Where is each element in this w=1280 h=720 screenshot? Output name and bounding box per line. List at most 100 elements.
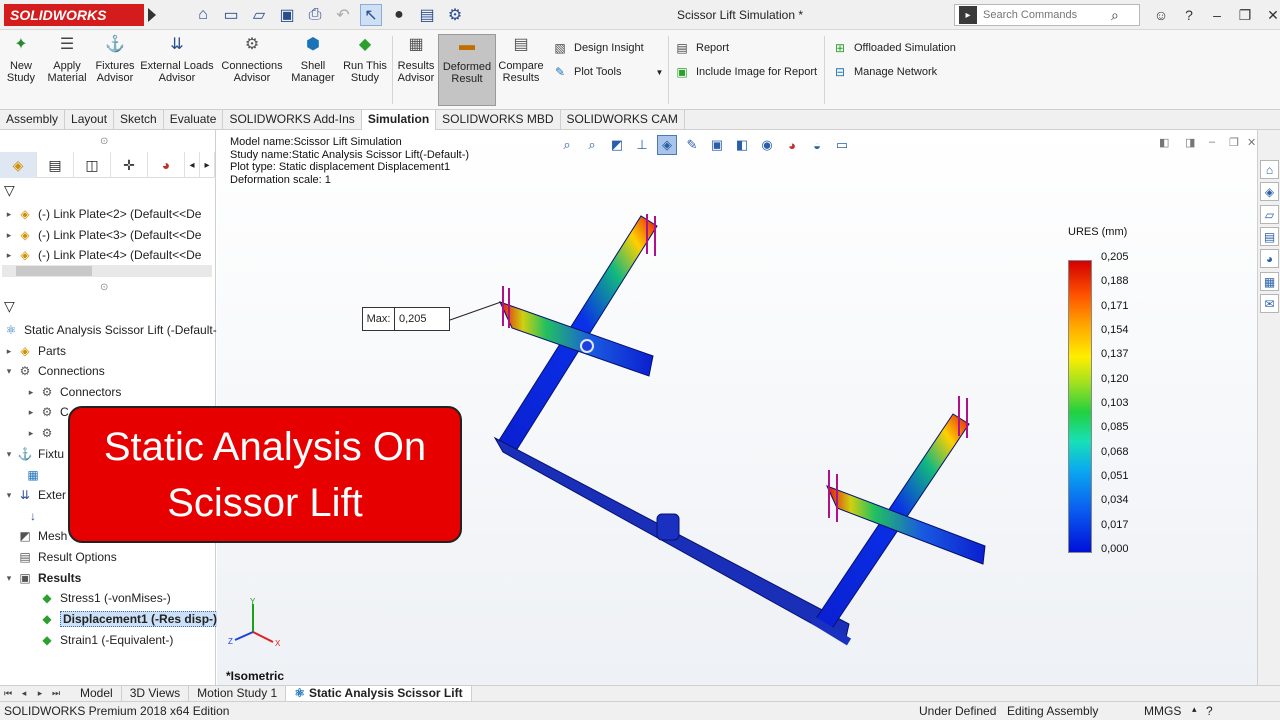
- tree-item-result-options[interactable]: ▤ Result Options: [2, 547, 116, 567]
- view-palette-icon[interactable]: ▤: [1260, 227, 1279, 246]
- tree-item-external-loads[interactable]: ▾ ⇊ Exter: [2, 485, 66, 505]
- help-icon[interactable]: ?: [1178, 4, 1200, 26]
- last-tab-icon[interactable]: ⏭: [48, 687, 64, 701]
- expand-icon[interactable]: ▸: [2, 209, 16, 220]
- undo-icon[interactable]: ↶: [332, 4, 354, 26]
- menu-expand-arrow-icon[interactable]: [148, 8, 156, 22]
- expand-icon[interactable]: ▸: [2, 250, 16, 261]
- search-icon[interactable]: ⌕: [1111, 7, 1119, 24]
- units-selector[interactable]: MMGS: [1144, 704, 1181, 718]
- tree-item-link-plate-3[interactable]: ▸ ◈ (-) Link Plate<3> (Default<<De: [2, 225, 202, 245]
- apply-material-button[interactable]: ☰ Apply Material: [44, 34, 90, 106]
- legend-color-bar[interactable]: [1068, 260, 1092, 553]
- status-extra-icon[interactable]: ?: [1206, 704, 1213, 718]
- collapse-icon[interactable]: ▾: [2, 366, 16, 377]
- tree-item-link-plate-2[interactable]: ▸ ◈ (-) Link Plate<2> (Default<<De: [2, 204, 202, 224]
- collapse-icon[interactable]: ▾: [2, 490, 16, 501]
- tree-item-strain1[interactable]: ◆ Strain1 (-Equivalent-): [24, 630, 173, 650]
- feature-manager-tab-icon[interactable]: ◈: [0, 152, 37, 178]
- include-image-button[interactable]: ▣ Include Image for Report: [674, 62, 817, 82]
- splitter-handle-icon[interactable]: ⊙: [100, 282, 108, 293]
- fixtures-advisor-button[interactable]: ⚓ Fixtures Advisor: [94, 34, 136, 106]
- shell-manager-button[interactable]: ⬢ Shell Manager: [290, 34, 336, 106]
- home-icon[interactable]: ⌂: [192, 4, 214, 26]
- max-annotation[interactable]: Max: 0,205: [362, 307, 450, 331]
- new-document-icon[interactable]: ▭: [220, 4, 242, 26]
- tree-item-link-plate-4[interactable]: ▸ ◈ (-) Link Plate<4> (Default<<De: [2, 245, 202, 265]
- panel-handle-icon[interactable]: ⊙: [100, 136, 108, 147]
- traffic-light-icon[interactable]: ●: [388, 4, 410, 26]
- tree-item-mesh[interactable]: ◩ Mesh: [2, 526, 67, 546]
- forum-icon[interactable]: ✉: [1260, 294, 1279, 313]
- prev-tab-icon[interactable]: ◂: [16, 687, 32, 701]
- open-folder-icon[interactable]: ▱: [248, 4, 270, 26]
- deformed-result-button[interactable]: ▬ Deformed Result: [438, 34, 496, 106]
- solidworks-logo[interactable]: SOLIDWORKS: [4, 4, 144, 26]
- next-tab-icon[interactable]: ▸: [32, 687, 48, 701]
- collapse-icon[interactable]: ▾: [2, 449, 16, 460]
- filter-icon[interactable]: ▽: [4, 182, 15, 199]
- tab-evaluate[interactable]: Evaluate: [164, 110, 224, 130]
- collapse-icon[interactable]: ▾: [2, 573, 16, 584]
- tab-layout[interactable]: Layout: [65, 110, 115, 130]
- tree-item-contact[interactable]: ▸ ⚙ C: [24, 402, 69, 422]
- file-properties-icon[interactable]: ▤: [416, 4, 438, 26]
- search-commands-box[interactable]: ▸ ⌕: [954, 4, 1140, 26]
- horizontal-scrollbar[interactable]: [2, 265, 212, 277]
- tree-item-fixtures[interactable]: ▾ ⚓ Fixtu: [2, 444, 64, 464]
- tab-simulation[interactable]: Simulation: [361, 110, 437, 130]
- appearances-icon[interactable]: ◕: [1260, 249, 1279, 268]
- expand-icon[interactable]: ▸: [24, 428, 38, 439]
- options-gear-icon[interactable]: ⚙: [444, 4, 466, 26]
- tree-item-parts[interactable]: ▸ ◈ Parts: [2, 341, 66, 361]
- tree-item-stress1[interactable]: ◆ Stress1 (-vonMises-): [24, 588, 170, 608]
- user-icon[interactable]: ☺: [1150, 4, 1172, 26]
- tree-item-connections[interactable]: ▾ ⚙ Connections: [2, 361, 105, 381]
- tree-item-results[interactable]: ▾ ▣ Results: [2, 568, 82, 588]
- configuration-manager-tab-icon[interactable]: ◫: [74, 152, 111, 178]
- tab-motion-study[interactable]: Motion Study 1: [189, 685, 287, 702]
- design-insight-button[interactable]: ▧ Design Insight: [552, 38, 643, 58]
- tab-sketch[interactable]: Sketch: [114, 110, 164, 130]
- study-root[interactable]: ⚛ Static Analysis Scissor Lift (-Default…: [2, 320, 221, 340]
- manage-network-button[interactable]: ⊟ Manage Network: [832, 62, 937, 82]
- external-loads-advisor-button[interactable]: ⇊ External Loads Advisor: [140, 34, 214, 106]
- tab-3d-views[interactable]: 3D Views: [122, 685, 190, 702]
- dimxpert-tab-icon[interactable]: ✛: [111, 152, 148, 178]
- tree-item-displacement1[interactable]: ◆ Displacement1 (-Res disp-): [24, 609, 221, 629]
- file-explorer-icon[interactable]: ▱: [1260, 205, 1279, 224]
- restore-icon[interactable]: ❐: [1234, 4, 1256, 26]
- offloaded-simulation-button[interactable]: ⊞ Offloaded Simulation: [832, 38, 956, 58]
- design-library-icon[interactable]: ◈: [1260, 182, 1279, 201]
- expand-icon[interactable]: ▸: [2, 230, 16, 241]
- minimize-icon[interactable]: –: [1206, 4, 1228, 26]
- expand-icon[interactable]: ▸: [2, 346, 16, 357]
- report-button[interactable]: ▤ Report: [674, 38, 729, 58]
- close-icon[interactable]: ✕: [1262, 4, 1280, 26]
- tree-item-fixed[interactable]: ▦: [24, 465, 46, 485]
- connections-advisor-button[interactable]: ⚙ Connections Advisor: [220, 34, 284, 106]
- display-manager-tab-icon[interactable]: ◕: [148, 152, 185, 178]
- tree-item-force[interactable]: ↓: [24, 506, 46, 526]
- select-pointer-icon[interactable]: ↖: [360, 4, 382, 26]
- first-tab-icon[interactable]: ⏮: [0, 687, 16, 701]
- save-icon[interactable]: ▣: [276, 4, 298, 26]
- expand-icon[interactable]: ▸: [24, 407, 38, 418]
- chevron-down-icon[interactable]: ▼: [656, 68, 664, 77]
- results-advisor-button[interactable]: ▦ Results Advisor: [396, 34, 436, 106]
- print-icon[interactable]: ⎙: [304, 4, 326, 26]
- tab-addins[interactable]: SOLIDWORKS Add-Ins: [223, 110, 362, 130]
- units-dropdown-icon[interactable]: ▴: [1192, 704, 1197, 715]
- tab-cam[interactable]: SOLIDWORKS CAM: [561, 110, 685, 130]
- run-this-study-button[interactable]: ◆ Run This Study: [342, 34, 388, 106]
- tab-model[interactable]: Model: [72, 685, 122, 702]
- search-input[interactable]: [983, 9, 1103, 21]
- resources-home-icon[interactable]: ⌂: [1260, 160, 1279, 179]
- custom-properties-icon[interactable]: ▦: [1260, 272, 1279, 291]
- expand-icon[interactable]: ▸: [24, 387, 38, 398]
- filter-icon[interactable]: ▽: [4, 298, 15, 315]
- tree-item-connectors[interactable]: ▸ ⚙ Connectors: [24, 382, 122, 402]
- plot-tools-button[interactable]: ✎ Plot Tools ▼: [552, 62, 663, 82]
- compare-results-button[interactable]: ▤ Compare Results: [498, 34, 544, 106]
- new-study-button[interactable]: ✦ New Study: [4, 34, 38, 106]
